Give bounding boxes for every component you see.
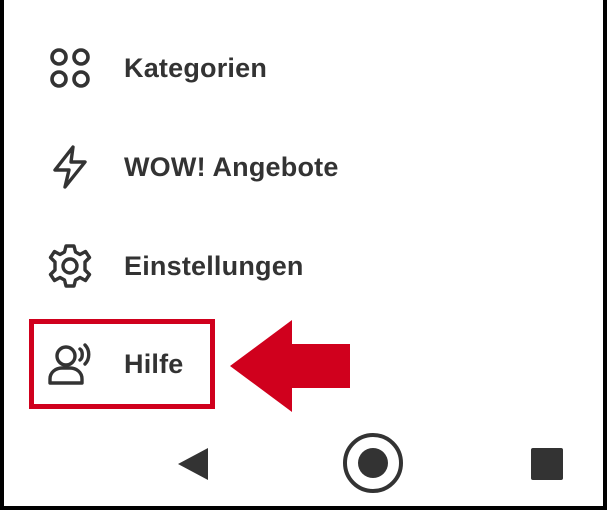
menu-item-wow-angebote[interactable]: WOW! Angebote (4, 122, 603, 212)
recents-square-icon[interactable] (530, 447, 564, 481)
menu-item-label: Einstellungen (124, 250, 304, 281)
menu-item-label: WOW! Angebote (124, 151, 339, 182)
lightning-icon (44, 141, 96, 193)
menu-item-kategorien[interactable]: Kategorien (4, 23, 603, 113)
annotation-arrow-icon (230, 320, 350, 412)
home-circle-icon[interactable] (340, 430, 406, 496)
grid-circles-icon (44, 42, 96, 94)
menu-item-label: Kategorien (124, 52, 268, 83)
back-triangle-icon[interactable] (176, 446, 212, 482)
gear-icon (44, 240, 96, 292)
menu-item-einstellungen[interactable]: Einstellungen (4, 221, 603, 311)
screen: Kategorien WOW! Angebote Einstellungen H… (4, 0, 603, 506)
highlight-box (29, 319, 215, 409)
system-nav-bar (4, 418, 603, 506)
